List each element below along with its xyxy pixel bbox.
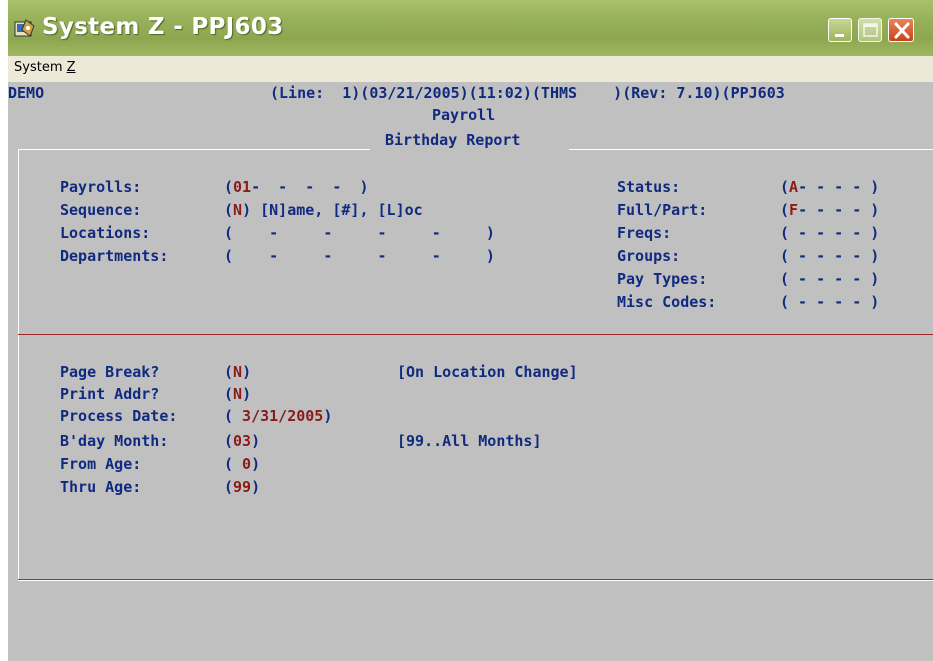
freqs-label: Freqs:: [617, 224, 672, 242]
page-break-label: Page Break?: [60, 363, 160, 381]
departments-label: Departments:: [60, 247, 169, 265]
application-window: System Z - PPJ603 System Z DEMO (Line: 1…: [8, 0, 933, 661]
full-part-field[interactable]: (F- - - - ): [780, 201, 879, 219]
minimize-button[interactable]: [828, 18, 852, 42]
close-button[interactable]: [888, 18, 914, 42]
from-age-label: From Age:: [60, 455, 142, 473]
bday-month-field[interactable]: (03): [224, 432, 260, 450]
full-part-label: Full/Part:: [617, 201, 708, 219]
module-title: Payroll: [432, 106, 496, 124]
section-divider: [18, 334, 933, 335]
process-date-label: Process Date:: [60, 407, 178, 425]
app-icon: [14, 19, 35, 37]
groups-label: Groups:: [617, 247, 681, 265]
misc-codes-field[interactable]: ( - - - - ): [780, 293, 879, 311]
departments-field[interactable]: ( - - - - ): [224, 247, 495, 265]
frame-border: [18, 149, 370, 150]
session-info: (Line: 1)(03/21/2005)(11:02)(THMS )(Rev:…: [270, 84, 785, 102]
from-age-field[interactable]: ( 0): [224, 455, 260, 473]
pay-types-label: Pay Types:: [617, 270, 708, 288]
payrolls-label: Payrolls:: [60, 178, 142, 196]
frame-border: [569, 149, 933, 150]
title-bar[interactable]: System Z - PPJ603: [8, 0, 933, 56]
page-break-field[interactable]: (N): [224, 363, 251, 381]
menu-item-system-z[interactable]: System Z: [14, 60, 76, 75]
freqs-field[interactable]: ( - - - - ): [780, 224, 879, 242]
sequence-label: Sequence:: [60, 201, 142, 219]
bday-month-hint: [99..All Months]: [397, 432, 542, 450]
frame-border: [18, 149, 19, 579]
groups-field[interactable]: ( - - - - ): [780, 247, 879, 265]
status-label: Status:: [617, 178, 681, 196]
pay-types-field[interactable]: ( - - - - ): [780, 270, 879, 288]
bday-month-label: B'day Month:: [60, 432, 169, 450]
page-break-hint: [On Location Change]: [397, 363, 578, 381]
minimize-icon: [835, 34, 844, 37]
process-date-field[interactable]: ( 3/31/2005): [224, 407, 332, 425]
locations-field[interactable]: ( - - - - ): [224, 224, 495, 242]
status-field[interactable]: (A- - - - ): [780, 178, 879, 196]
report-title: Birthday Report: [385, 131, 521, 149]
locations-label: Locations:: [60, 224, 151, 242]
misc-codes-label: Misc Codes:: [617, 293, 717, 311]
status-area-divider: [18, 579, 933, 581]
payrolls-field[interactable]: (01- - - - ): [224, 178, 369, 196]
maximize-icon: [863, 23, 878, 37]
thru-age-field[interactable]: (99): [224, 478, 260, 496]
window-title: System Z - PPJ603: [42, 14, 284, 40]
thru-age-label: Thru Age:: [60, 478, 142, 496]
company-code: DEMO: [8, 84, 45, 102]
menu-bar: System Z: [8, 56, 933, 83]
maximize-button[interactable]: [858, 18, 882, 42]
print-addr-label: Print Addr?: [60, 385, 160, 403]
terminal-screen: DEMO (Line: 1)(03/21/2005)(11:02)(THMS )…: [8, 82, 933, 661]
sequence-field[interactable]: (N) [N]ame, [#], [L]oc: [224, 201, 423, 219]
close-icon: [894, 22, 910, 39]
print-addr-field[interactable]: (N): [224, 385, 251, 403]
